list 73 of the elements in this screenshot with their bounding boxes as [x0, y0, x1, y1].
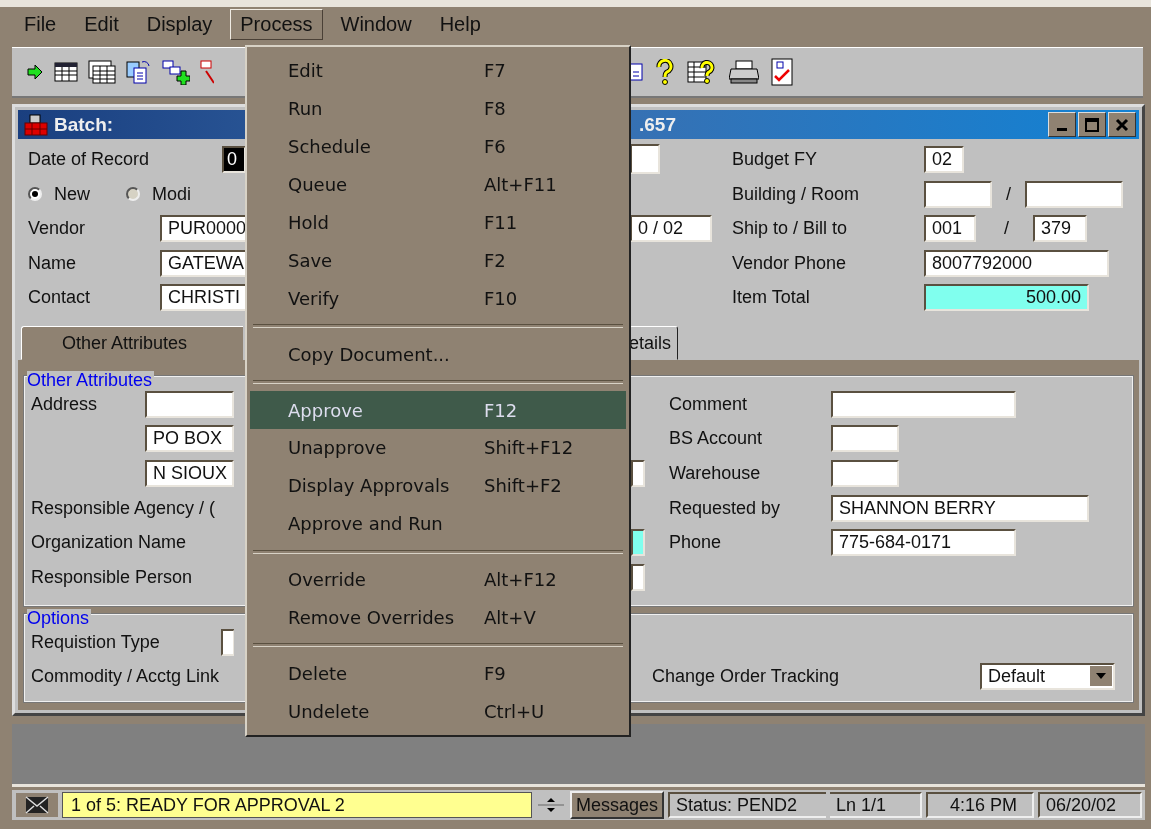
field-label: Organization Name	[31, 532, 187, 554]
status-time: 4:16 PM	[926, 792, 1035, 818]
menu-item[interactable]: Approve and Run	[250, 504, 626, 543]
date-field[interactable]: 0	[222, 145, 246, 173]
menu-item[interactable]: Verify F10	[250, 279, 626, 318]
menu-bar-item[interactable]: File	[14, 9, 67, 40]
field-label: Comment	[669, 393, 749, 415]
field-label: Responsible Agency / (	[31, 497, 216, 519]
menu-item[interactable]: Approve F12	[250, 391, 626, 429]
field-label: Address	[31, 393, 99, 415]
radio-button[interactable]: New	[28, 183, 90, 205]
menu-item[interactable]: Queue Alt+F11	[250, 165, 626, 204]
separator-slash: /	[1004, 218, 1009, 240]
field-label: Budget FY	[732, 148, 819, 170]
menu-bar-item[interactable]: Display	[136, 9, 223, 40]
text-field[interactable]: N SIOUX	[145, 460, 234, 487]
field-label: Responsible Person	[31, 566, 193, 588]
total-field: 500.00	[924, 284, 1089, 312]
field-label: Name	[28, 252, 77, 274]
text-field[interactable]: GATEWA	[160, 249, 246, 277]
text-field[interactable]: 379	[1033, 215, 1087, 243]
field-label: Vendor Phone	[732, 252, 848, 274]
field-label: Building / Room	[732, 183, 861, 205]
text-field[interactable]: 0 / 02	[630, 215, 712, 243]
menu-item[interactable]: Hold F11	[250, 203, 626, 242]
text-field[interactable]: PUR0000	[160, 215, 246, 243]
tab[interactable]: etails	[629, 326, 679, 360]
group-title: Other Attributes	[27, 371, 155, 389]
field-label: Date of Record	[28, 148, 151, 170]
text-field[interactable]: 001	[924, 215, 976, 243]
status-date: 06/20/02	[1038, 792, 1143, 818]
field-label: Phone	[669, 532, 723, 554]
menu-item[interactable]: Copy Document...	[250, 335, 626, 374]
separator-slash: /	[1006, 183, 1011, 205]
radio-button[interactable]: Modi	[126, 183, 192, 205]
field-label: Ship to / Bill to	[732, 218, 849, 240]
field-label: Change Order Tracking	[652, 665, 841, 687]
menu-item[interactable]: Display Approvals Shift+F2	[250, 466, 626, 505]
text-field[interactable]: SHANNON BERRY	[831, 494, 1089, 522]
field-label: Warehouse	[669, 463, 762, 484]
text-field[interactable]: PO BOX	[145, 425, 234, 453]
text-field[interactable]: 02	[924, 145, 964, 173]
field-label: BS Account	[669, 428, 764, 450]
messages-button[interactable]: Messages	[570, 791, 665, 819]
menu-item[interactable]: Remove Overrides Alt+V	[250, 598, 626, 637]
menu-item[interactable]: Schedule F6	[250, 127, 626, 166]
menu-bar-item[interactable]: Process	[230, 9, 323, 40]
tab[interactable]: Other Attributes	[21, 326, 243, 360]
field-label: Item Total	[732, 287, 811, 309]
text-field[interactable]: CHRISTI	[160, 284, 246, 312]
menu-item[interactable]: Override Alt+F12	[250, 560, 626, 599]
text-field[interactable]: 8007792000	[924, 249, 1109, 277]
status-text: Ln 1/1	[830, 792, 923, 818]
dropdown[interactable]: Default	[980, 662, 1115, 690]
menu-item[interactable]: Unapprove Shift+F12	[250, 429, 626, 467]
window-title: Batch:	[54, 113, 114, 136]
text-field[interactable]: 775-684-0171	[831, 529, 1016, 557]
menu-bar-item[interactable]: Help	[429, 9, 491, 40]
menu-bar-item[interactable]: Window	[330, 9, 422, 40]
field-label: Vendor	[28, 218, 87, 240]
field-label: Requested by	[669, 497, 782, 519]
menu-item[interactable]: Delete F9	[250, 654, 626, 693]
window-title: .657	[639, 113, 676, 136]
field-label: Contact	[28, 287, 92, 309]
menu-item[interactable]: Run F8	[250, 89, 626, 128]
field-label: Commodity / Acctg Link	[31, 665, 220, 687]
message-field: 1 of 5: READY FOR APPROVAL 2	[62, 792, 532, 818]
menu-item[interactable]: Undelete Ctrl+U	[250, 692, 626, 731]
field-label: Requistion Type	[31, 631, 161, 653]
group-title: Options	[27, 609, 92, 627]
menu-item[interactable]: Save F2	[250, 241, 626, 280]
status-text: Status: PEND2	[668, 792, 827, 818]
menu-bar-item[interactable]: Edit	[74, 9, 129, 40]
